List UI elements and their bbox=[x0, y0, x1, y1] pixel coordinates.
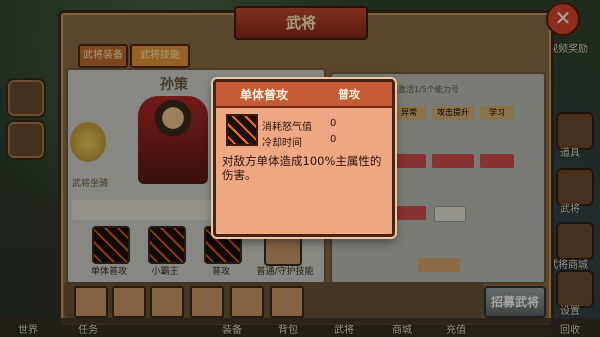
claw-skill-icon bbox=[226, 114, 258, 146]
rage-cost-value: 0 bbox=[330, 118, 337, 129]
skill-description: 对敌方单体造成100%主属性的伤害。 bbox=[222, 154, 382, 182]
rage-cost-label: 消耗怒气值 bbox=[262, 122, 312, 133]
skill-tooltip: 单体普攻 普攻 消耗怒气值 0 冷却时间 0 对敌方单体造成100%主属性的伤害… bbox=[213, 79, 395, 237]
skill-name: 单体普攻 bbox=[240, 88, 289, 102]
skill-type: 普攻 bbox=[338, 88, 360, 101]
cooldown-label: 冷却时间 bbox=[262, 138, 302, 149]
cooldown-value: 0 bbox=[330, 134, 337, 145]
